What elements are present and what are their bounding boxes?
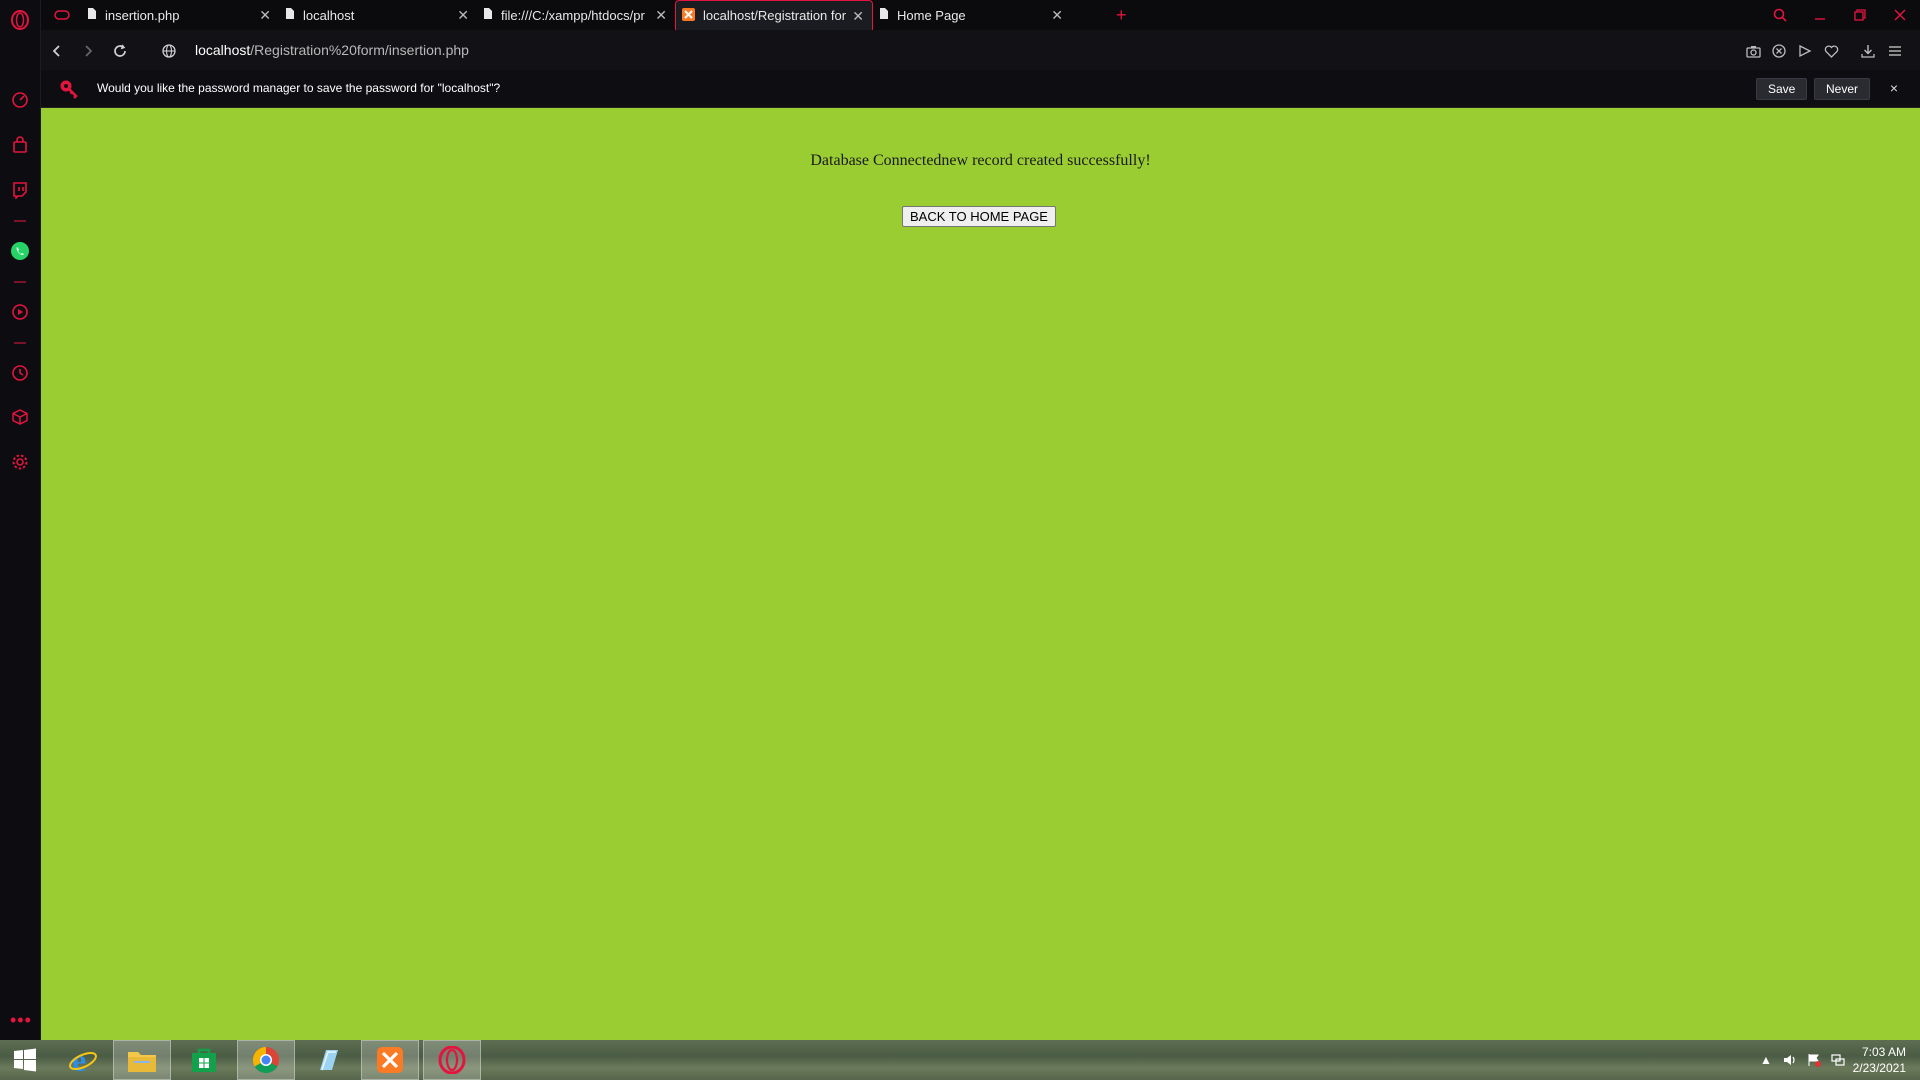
xampp-icon[interactable] <box>361 1040 419 1080</box>
xampp-icon <box>682 7 695 24</box>
sidebar-separator <box>14 281 26 283</box>
twitch-icon[interactable] <box>8 178 32 202</box>
close-icon[interactable]: ✕ <box>259 7 271 24</box>
minimize-icon[interactable] <box>1800 0 1840 30</box>
easy-setup-menu-icon[interactable] <box>1884 40 1906 62</box>
clock-date: 2/23/2021 <box>1852 1061 1906 1075</box>
document-icon <box>879 7 889 23</box>
send-icon[interactable] <box>1794 40 1816 62</box>
speaker-icon[interactable] <box>1778 1040 1802 1080</box>
back-arrow-icon[interactable] <box>46 40 68 62</box>
tab-home-page[interactable]: Home Page ✕ <box>873 0 1071 30</box>
tab-registration-active[interactable]: localhost/Registration form ✕ <box>675 0 873 30</box>
whatsapp-icon[interactable] <box>8 239 32 263</box>
history-icon[interactable] <box>8 361 32 385</box>
tab-file[interactable]: file:///C:/xampp/htdocs/pr ✕ <box>477 0 675 30</box>
status-message: Database Connectednew record created suc… <box>810 152 1151 169</box>
search-tabs-icon[interactable] <box>1760 0 1800 30</box>
close-icon[interactable]: ✕ <box>457 7 469 24</box>
address-bar: localhost/Registration%20form/insertion.… <box>41 30 1920 70</box>
close-icon[interactable]: ✕ <box>852 8 864 25</box>
opera-logo-icon[interactable] <box>8 8 32 32</box>
adblock-icon[interactable] <box>1768 40 1790 62</box>
url-field[interactable]: localhost/Registration%20form/insertion.… <box>195 42 469 58</box>
tray-expand-icon[interactable]: ▲ <box>1754 1040 1778 1080</box>
download-icon[interactable] <box>1857 40 1879 62</box>
tab-title: insertion.php <box>105 7 180 23</box>
window-controls <box>1760 0 1920 30</box>
key-icon <box>59 79 79 104</box>
sidebar-separator <box>14 220 26 222</box>
new-tab-button[interactable]: + <box>1116 5 1127 26</box>
document-icon <box>87 7 97 23</box>
system-tray: ▲ 7:03 AM 2/23/2021 <box>1754 1040 1920 1080</box>
shopping-bag-icon[interactable] <box>8 133 32 157</box>
url-path: /Registration%20form/insertion.php <box>250 42 469 58</box>
back-to-home-button[interactable]: BACK TO HOME PAGE <box>902 206 1056 227</box>
tab-title: localhost <box>303 7 355 23</box>
file-explorer-icon[interactable] <box>113 1040 171 1080</box>
password-manager-bar: Would you like the password manager to s… <box>41 70 1920 108</box>
game-controller-icon[interactable] <box>48 0 70 30</box>
document-icon <box>285 7 295 23</box>
tab-title: file:///C:/xampp/htdocs/pr <box>501 7 645 23</box>
more-icon[interactable]: ••• <box>10 1010 32 1031</box>
close-icon[interactable]: × <box>1890 80 1898 96</box>
action-center-flag-icon[interactable] <box>1802 1040 1826 1080</box>
close-window-icon[interactable] <box>1880 0 1920 30</box>
tab-title: localhost/Registration form <box>703 8 846 23</box>
speed-dial-icon[interactable] <box>8 88 32 112</box>
password-prompt-text: Would you like the password manager to s… <box>97 81 501 95</box>
heart-icon[interactable] <box>1820 40 1842 62</box>
store-icon[interactable] <box>175 1040 233 1080</box>
document-icon <box>483 7 493 23</box>
gear-icon[interactable] <box>8 450 32 474</box>
opera-icon[interactable] <box>423 1040 481 1080</box>
tab-strip: insertion.php ✕ localhost ✕ file:///C:/x… <box>41 0 1920 30</box>
tab-insertion[interactable]: insertion.php ✕ <box>81 0 279 30</box>
clock[interactable]: 7:03 AM 2/23/2021 <box>1850 1044 1920 1076</box>
windows-taskbar: e ▲ 7:03 AM 2/23/2021 <box>0 1040 1920 1080</box>
opera-sidebar: ••• <box>0 0 41 1040</box>
chrome-icon[interactable] <box>237 1040 295 1080</box>
page-content: Database Connectednew record created suc… <box>41 108 1920 1040</box>
save-password-button[interactable]: Save <box>1756 78 1808 100</box>
tab-title: Home Page <box>897 7 966 23</box>
clock-time: 7:03 AM <box>1861 1045 1906 1059</box>
close-icon[interactable]: ✕ <box>1051 7 1063 24</box>
restore-icon[interactable] <box>1840 0 1880 30</box>
close-icon[interactable]: ✕ <box>655 7 667 24</box>
internet-explorer-icon[interactable]: e <box>54 1040 112 1080</box>
forward-arrow-icon[interactable] <box>77 40 99 62</box>
windows-start-icon[interactable] <box>0 1040 50 1080</box>
player-icon[interactable] <box>8 300 32 324</box>
never-save-button[interactable]: Never <box>1814 78 1871 100</box>
sidebar-separator <box>14 342 26 344</box>
box-icon[interactable] <box>8 405 32 429</box>
reload-icon[interactable] <box>109 40 131 62</box>
url-host: localhost <box>195 42 251 58</box>
notepad-icon[interactable] <box>299 1040 357 1080</box>
tab-localhost[interactable]: localhost ✕ <box>279 0 477 30</box>
snapshot-camera-icon[interactable] <box>1742 40 1764 62</box>
globe-icon[interactable] <box>158 40 180 62</box>
network-icon[interactable] <box>1826 1040 1850 1080</box>
